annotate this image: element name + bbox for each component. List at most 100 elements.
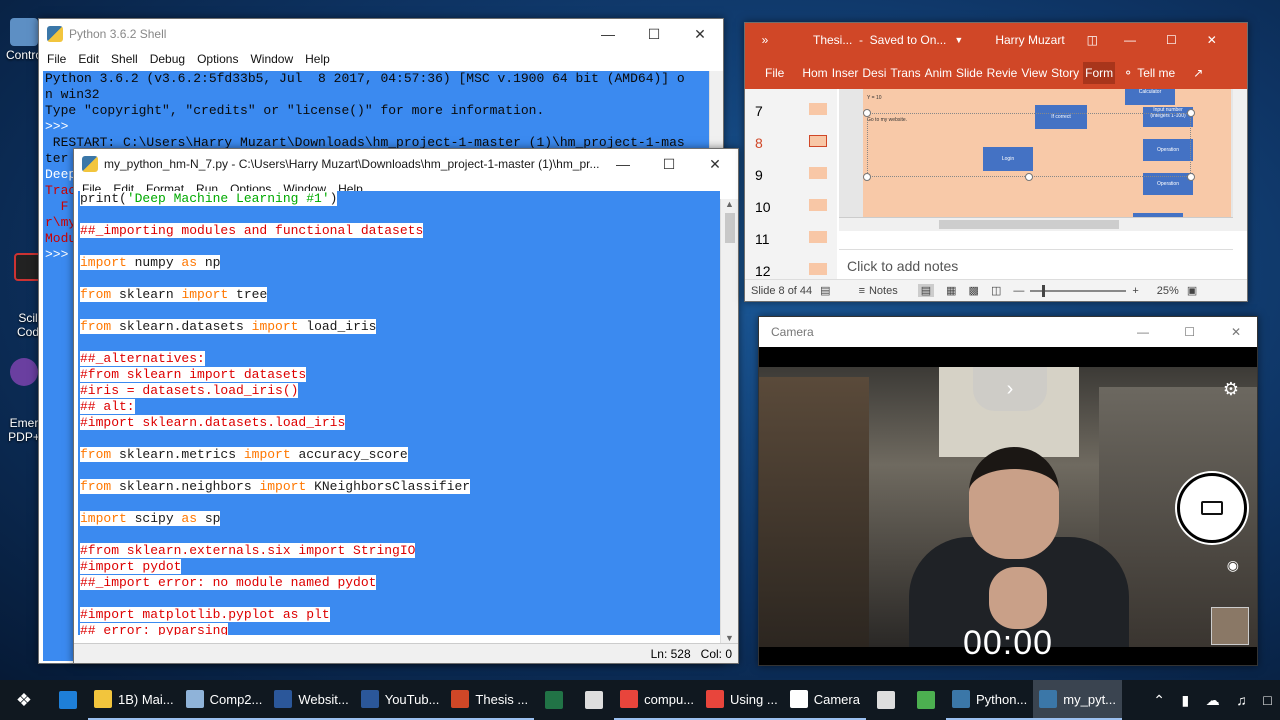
tab-slideshow[interactable]: Slide bbox=[956, 66, 983, 80]
slide-canvas[interactable]: Calculator Input number (integers 1-100)… bbox=[863, 89, 1231, 231]
menu-help[interactable]: Help bbox=[301, 52, 338, 66]
slide-thumbnail[interactable]: 9 bbox=[755, 167, 827, 183]
selection-handle[interactable] bbox=[1187, 173, 1195, 181]
slide-thumbnail[interactable]: 11 bbox=[755, 231, 827, 247]
taskbar-item-powerpoint[interactable]: Thesis ... bbox=[445, 680, 535, 720]
taskbar-item-jupyter[interactable] bbox=[866, 680, 906, 720]
powerpoint-window[interactable]: » Thesi... - Saved to On... ▼ Harry Muza… bbox=[744, 22, 1248, 302]
photo-mode-icon[interactable]: ◉ bbox=[1227, 557, 1239, 574]
taskbar-item-chrome[interactable]: compu... bbox=[614, 680, 701, 720]
volume-icon[interactable]: ♫ bbox=[1236, 692, 1247, 708]
tab-insert[interactable]: Inser bbox=[832, 66, 859, 80]
taskbar-item-calendar[interactable] bbox=[574, 680, 614, 720]
spellcheck-icon[interactable]: ▤ bbox=[820, 284, 830, 297]
settings-gear-icon[interactable]: ⚙ bbox=[1223, 379, 1239, 400]
battery-icon[interactable]: ▮ bbox=[1182, 692, 1190, 709]
selection-handle[interactable] bbox=[1025, 173, 1033, 181]
camera-titlebar[interactable]: Camera — ☐ ✕ bbox=[759, 317, 1257, 347]
quick-access-icon[interactable]: » bbox=[745, 33, 785, 47]
minimize-button[interactable]: — bbox=[600, 149, 646, 179]
slide-thumbnail[interactable]: 10 bbox=[755, 199, 827, 215]
close-button[interactable]: ✕ bbox=[692, 149, 738, 179]
editor-code-area[interactable]: print('Deep Machine Learning #1') ##_impo… bbox=[78, 191, 720, 635]
scrollbar-thumb[interactable] bbox=[939, 220, 1119, 229]
menu-edit[interactable]: Edit bbox=[74, 52, 107, 66]
taskbar-item-word[interactable]: Websit... bbox=[268, 680, 355, 720]
horizontal-scrollbar[interactable] bbox=[839, 217, 1233, 231]
selection-handle[interactable] bbox=[863, 109, 871, 117]
taskbar-item-word[interactable]: YouTub... bbox=[354, 680, 446, 720]
taskbar-item-python[interactable]: Python... bbox=[945, 680, 1034, 720]
tab-storyboard[interactable]: Story bbox=[1051, 66, 1079, 80]
editor-scrollbar[interactable]: ▲ ▼ bbox=[720, 199, 738, 645]
action-center-icon[interactable]: □ bbox=[1263, 692, 1271, 708]
slide-vertical-scrollbar[interactable] bbox=[1233, 89, 1247, 231]
onedrive-icon[interactable]: ☁ bbox=[1206, 692, 1220, 709]
minimize-button[interactable]: — bbox=[585, 19, 631, 49]
reading-view-icon[interactable]: ▩ bbox=[969, 284, 979, 297]
tab-design[interactable]: Desi bbox=[862, 66, 886, 80]
slideshow-icon[interactable]: ◫ bbox=[991, 284, 1001, 297]
tray-overflow-icon[interactable]: ⌃ bbox=[1153, 692, 1165, 709]
close-button[interactable]: ✕ bbox=[677, 19, 723, 49]
fit-slide-icon[interactable]: ▣ bbox=[1187, 284, 1197, 297]
taskbar-item-edge[interactable] bbox=[48, 680, 88, 720]
ppt-titlebar[interactable]: » Thesi... - Saved to On... ▼ Harry Muza… bbox=[745, 23, 1247, 57]
menu-options[interactable]: Options bbox=[193, 52, 246, 66]
maximize-button[interactable]: ☐ bbox=[1166, 33, 1177, 47]
zoom-slider[interactable] bbox=[1030, 284, 1127, 297]
slide-thumbnail-active[interactable]: 8 bbox=[755, 135, 827, 151]
selection-handle[interactable] bbox=[1187, 109, 1195, 117]
tab-file[interactable]: File bbox=[765, 66, 784, 80]
next-camera-button[interactable]: › bbox=[973, 367, 1047, 411]
menu-window[interactable]: Window bbox=[246, 52, 301, 66]
maximize-button[interactable]: ☐ bbox=[631, 19, 677, 49]
close-button[interactable]: ✕ bbox=[1207, 33, 1217, 47]
editor-titlebar[interactable]: my_python_hm-N_7.py - C:\Users\Harry Muz… bbox=[74, 149, 738, 179]
ribbon-display-icon[interactable]: ◫ bbox=[1087, 33, 1098, 47]
taskbar-item-notepad[interactable]: Comp2... bbox=[179, 680, 269, 720]
slide-thumbnail[interactable]: 7 bbox=[755, 103, 827, 119]
tab-transitions[interactable]: Trans bbox=[890, 66, 920, 80]
menu-file[interactable]: File bbox=[43, 52, 74, 66]
taskbar-item-chrome[interactable]: Using ... bbox=[700, 680, 784, 720]
scroll-up-arrow-icon[interactable]: ▲ bbox=[721, 199, 738, 209]
camera-window[interactable]: Camera — ☐ ✕ › ⚙ ◉ 00:00 bbox=[758, 316, 1258, 666]
notes-toggle[interactable]: Notes bbox=[869, 285, 898, 297]
zoom-in-button[interactable]: + bbox=[1132, 285, 1138, 297]
share-icon[interactable]: ↗ bbox=[1193, 66, 1203, 80]
video-mode-button[interactable] bbox=[1177, 473, 1247, 543]
slide-thumbnail[interactable]: 12 bbox=[755, 263, 827, 279]
taskbar-item-folder[interactable]: 1B) Mai... bbox=[88, 680, 180, 720]
menu-debug[interactable]: Debug bbox=[146, 52, 193, 66]
minimize-button[interactable]: — bbox=[1124, 33, 1136, 47]
zoom-out-button[interactable]: — bbox=[1013, 285, 1024, 297]
maximize-button[interactable]: ☐ bbox=[646, 149, 692, 179]
scrollbar-thumb[interactable] bbox=[724, 213, 735, 243]
scroll-down-arrow-icon[interactable]: ▼ bbox=[721, 633, 738, 643]
diagram-box-calculator[interactable]: Calculator bbox=[1125, 89, 1175, 105]
taskbar-item-camera[interactable]: Camera bbox=[783, 680, 866, 720]
tab-view[interactable]: View bbox=[1021, 66, 1047, 80]
tab-review[interactable]: Revie bbox=[987, 66, 1018, 80]
menu-shell[interactable]: Shell bbox=[107, 52, 146, 66]
zoom-slider-thumb[interactable] bbox=[1042, 284, 1046, 297]
shell-titlebar[interactable]: Python 3.6.2 Shell — ☐ ✕ bbox=[39, 19, 723, 49]
taskbar-item-python[interactable]: my_pyt... bbox=[1033, 680, 1123, 720]
selection-handle[interactable] bbox=[863, 173, 871, 181]
slide-sorter-icon[interactable]: ▦ bbox=[946, 284, 956, 297]
slide-editor-area[interactable]: Calculator Input number (integers 1-100)… bbox=[839, 89, 1233, 231]
title-dropdown-icon[interactable]: ▼ bbox=[954, 35, 963, 45]
start-button[interactable]: ❖ bbox=[0, 680, 48, 720]
taskbar-item-image[interactable] bbox=[906, 680, 946, 720]
taskbar-item-excel[interactable] bbox=[534, 680, 574, 720]
normal-view-icon[interactable]: ▤ bbox=[917, 284, 935, 297]
tab-format[interactable]: Form bbox=[1083, 62, 1116, 84]
close-button[interactable]: ✕ bbox=[1231, 325, 1241, 339]
notes-pane[interactable]: Click to add notes bbox=[839, 249, 1233, 279]
tell-me-box[interactable]: Tell me bbox=[1137, 66, 1175, 80]
editor-window[interactable]: my_python_hm-N_7.py - C:\Users\Harry Muz… bbox=[73, 148, 739, 664]
minimize-button[interactable]: — bbox=[1137, 325, 1149, 339]
tab-home[interactable]: Hom bbox=[802, 66, 827, 80]
tab-animations[interactable]: Anim bbox=[925, 66, 952, 80]
